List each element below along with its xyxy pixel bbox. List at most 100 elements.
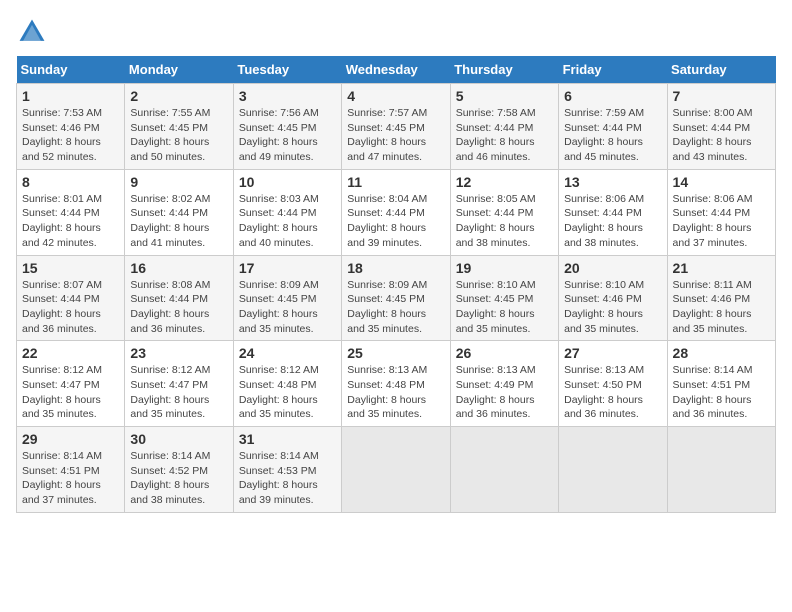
calendar-cell: 27 Sunrise: 8:13 AMSunset: 4:50 PMDaylig… (559, 341, 667, 427)
days-header-row: SundayMondayTuesdayWednesdayThursdayFrid… (17, 56, 776, 84)
day-info: Sunrise: 7:55 AMSunset: 4:45 PMDaylight:… (130, 107, 210, 163)
day-info: Sunrise: 8:13 AMSunset: 4:49 PMDaylight:… (456, 364, 536, 420)
week-row-1: 1 Sunrise: 7:53 AMSunset: 4:46 PMDayligh… (17, 84, 776, 170)
day-info: Sunrise: 8:14 AMSunset: 4:52 PMDaylight:… (130, 450, 210, 506)
week-row-2: 8 Sunrise: 8:01 AMSunset: 4:44 PMDayligh… (17, 169, 776, 255)
calendar-cell: 18 Sunrise: 8:09 AMSunset: 4:45 PMDaylig… (342, 255, 450, 341)
day-info: Sunrise: 8:02 AMSunset: 4:44 PMDaylight:… (130, 193, 210, 249)
calendar-cell: 29 Sunrise: 8:14 AMSunset: 4:51 PMDaylig… (17, 427, 125, 513)
day-info: Sunrise: 8:01 AMSunset: 4:44 PMDaylight:… (22, 193, 102, 249)
calendar-cell: 7 Sunrise: 8:00 AMSunset: 4:44 PMDayligh… (667, 84, 775, 170)
calendar-cell: 19 Sunrise: 8:10 AMSunset: 4:45 PMDaylig… (450, 255, 558, 341)
day-info: Sunrise: 8:06 AMSunset: 4:44 PMDaylight:… (564, 193, 644, 249)
day-number: 21 (673, 260, 770, 276)
day-number: 29 (22, 431, 119, 447)
day-header-wednesday: Wednesday (342, 56, 450, 84)
day-info: Sunrise: 7:53 AMSunset: 4:46 PMDaylight:… (22, 107, 102, 163)
day-info: Sunrise: 8:05 AMSunset: 4:44 PMDaylight:… (456, 193, 536, 249)
day-number: 4 (347, 88, 444, 104)
calendar-cell: 16 Sunrise: 8:08 AMSunset: 4:44 PMDaylig… (125, 255, 233, 341)
calendar-cell: 30 Sunrise: 8:14 AMSunset: 4:52 PMDaylig… (125, 427, 233, 513)
day-number: 27 (564, 345, 661, 361)
calendar-cell (450, 427, 558, 513)
day-info: Sunrise: 8:04 AMSunset: 4:44 PMDaylight:… (347, 193, 427, 249)
calendar-cell: 13 Sunrise: 8:06 AMSunset: 4:44 PMDaylig… (559, 169, 667, 255)
day-number: 15 (22, 260, 119, 276)
day-info: Sunrise: 8:12 AMSunset: 4:47 PMDaylight:… (130, 364, 210, 420)
calendar-cell: 1 Sunrise: 7:53 AMSunset: 4:46 PMDayligh… (17, 84, 125, 170)
calendar-cell: 3 Sunrise: 7:56 AMSunset: 4:45 PMDayligh… (233, 84, 341, 170)
day-number: 30 (130, 431, 227, 447)
day-number: 18 (347, 260, 444, 276)
calendar-cell: 6 Sunrise: 7:59 AMSunset: 4:44 PMDayligh… (559, 84, 667, 170)
day-info: Sunrise: 7:59 AMSunset: 4:44 PMDaylight:… (564, 107, 644, 163)
day-info: Sunrise: 7:57 AMSunset: 4:45 PMDaylight:… (347, 107, 427, 163)
day-number: 26 (456, 345, 553, 361)
calendar-cell: 22 Sunrise: 8:12 AMSunset: 4:47 PMDaylig… (17, 341, 125, 427)
calendar-cell: 17 Sunrise: 8:09 AMSunset: 4:45 PMDaylig… (233, 255, 341, 341)
day-number: 2 (130, 88, 227, 104)
day-number: 20 (564, 260, 661, 276)
day-info: Sunrise: 8:03 AMSunset: 4:44 PMDaylight:… (239, 193, 319, 249)
week-row-3: 15 Sunrise: 8:07 AMSunset: 4:44 PMDaylig… (17, 255, 776, 341)
day-info: Sunrise: 8:10 AMSunset: 4:45 PMDaylight:… (456, 279, 536, 335)
day-number: 22 (22, 345, 119, 361)
day-number: 9 (130, 174, 227, 190)
calendar-cell: 14 Sunrise: 8:06 AMSunset: 4:44 PMDaylig… (667, 169, 775, 255)
day-number: 23 (130, 345, 227, 361)
day-number: 31 (239, 431, 336, 447)
calendar-cell: 21 Sunrise: 8:11 AMSunset: 4:46 PMDaylig… (667, 255, 775, 341)
calendar-cell: 24 Sunrise: 8:12 AMSunset: 4:48 PMDaylig… (233, 341, 341, 427)
calendar-cell: 8 Sunrise: 8:01 AMSunset: 4:44 PMDayligh… (17, 169, 125, 255)
day-number: 19 (456, 260, 553, 276)
day-info: Sunrise: 8:00 AMSunset: 4:44 PMDaylight:… (673, 107, 753, 163)
calendar-cell: 11 Sunrise: 8:04 AMSunset: 4:44 PMDaylig… (342, 169, 450, 255)
logo (16, 16, 52, 48)
day-info: Sunrise: 8:11 AMSunset: 4:46 PMDaylight:… (673, 279, 752, 335)
header (16, 16, 776, 48)
day-header-sunday: Sunday (17, 56, 125, 84)
day-info: Sunrise: 8:14 AMSunset: 4:53 PMDaylight:… (239, 450, 319, 506)
day-number: 1 (22, 88, 119, 104)
calendar-table: SundayMondayTuesdayWednesdayThursdayFrid… (16, 56, 776, 513)
day-number: 6 (564, 88, 661, 104)
calendar-cell: 23 Sunrise: 8:12 AMSunset: 4:47 PMDaylig… (125, 341, 233, 427)
calendar-cell: 4 Sunrise: 7:57 AMSunset: 4:45 PMDayligh… (342, 84, 450, 170)
day-info: Sunrise: 8:06 AMSunset: 4:44 PMDaylight:… (673, 193, 753, 249)
day-number: 14 (673, 174, 770, 190)
day-header-friday: Friday (559, 56, 667, 84)
day-number: 7 (673, 88, 770, 104)
day-info: Sunrise: 8:09 AMSunset: 4:45 PMDaylight:… (239, 279, 319, 335)
calendar-cell: 12 Sunrise: 8:05 AMSunset: 4:44 PMDaylig… (450, 169, 558, 255)
day-info: Sunrise: 8:13 AMSunset: 4:48 PMDaylight:… (347, 364, 427, 420)
day-header-tuesday: Tuesday (233, 56, 341, 84)
calendar-cell: 2 Sunrise: 7:55 AMSunset: 4:45 PMDayligh… (125, 84, 233, 170)
day-number: 5 (456, 88, 553, 104)
calendar-cell: 26 Sunrise: 8:13 AMSunset: 4:49 PMDaylig… (450, 341, 558, 427)
day-number: 28 (673, 345, 770, 361)
day-info: Sunrise: 8:12 AMSunset: 4:48 PMDaylight:… (239, 364, 319, 420)
day-info: Sunrise: 8:12 AMSunset: 4:47 PMDaylight:… (22, 364, 102, 420)
day-number: 10 (239, 174, 336, 190)
day-number: 17 (239, 260, 336, 276)
calendar-cell: 15 Sunrise: 8:07 AMSunset: 4:44 PMDaylig… (17, 255, 125, 341)
day-number: 12 (456, 174, 553, 190)
day-info: Sunrise: 7:56 AMSunset: 4:45 PMDaylight:… (239, 107, 319, 163)
day-number: 8 (22, 174, 119, 190)
day-number: 3 (239, 88, 336, 104)
day-header-saturday: Saturday (667, 56, 775, 84)
day-header-thursday: Thursday (450, 56, 558, 84)
day-info: Sunrise: 8:08 AMSunset: 4:44 PMDaylight:… (130, 279, 210, 335)
day-header-monday: Monday (125, 56, 233, 84)
day-info: Sunrise: 8:14 AMSunset: 4:51 PMDaylight:… (22, 450, 102, 506)
day-number: 25 (347, 345, 444, 361)
calendar-cell: 9 Sunrise: 8:02 AMSunset: 4:44 PMDayligh… (125, 169, 233, 255)
day-number: 16 (130, 260, 227, 276)
day-number: 11 (347, 174, 444, 190)
calendar-cell: 20 Sunrise: 8:10 AMSunset: 4:46 PMDaylig… (559, 255, 667, 341)
day-info: Sunrise: 8:13 AMSunset: 4:50 PMDaylight:… (564, 364, 644, 420)
calendar-cell: 10 Sunrise: 8:03 AMSunset: 4:44 PMDaylig… (233, 169, 341, 255)
day-info: Sunrise: 8:07 AMSunset: 4:44 PMDaylight:… (22, 279, 102, 335)
day-info: Sunrise: 8:09 AMSunset: 4:45 PMDaylight:… (347, 279, 427, 335)
calendar-cell: 28 Sunrise: 8:14 AMSunset: 4:51 PMDaylig… (667, 341, 775, 427)
